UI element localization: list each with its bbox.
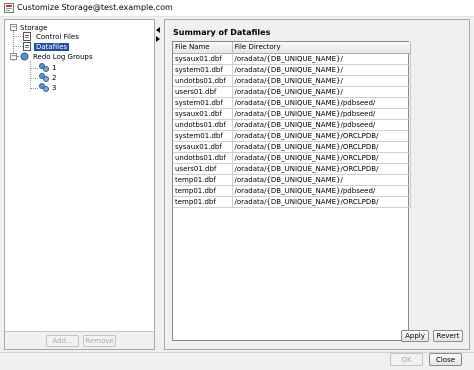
panel-splitter[interactable] (155, 19, 163, 350)
tree-item-control-files-label: Control Files (36, 33, 79, 41)
file-directory-cell[interactable]: /oradata/{DB_UNIQUE_NAME}/ (232, 86, 411, 98)
file-directory-cell[interactable]: /oradata/{DB_UNIQUE_NAME}/ORCLPDB/ (232, 141, 411, 153)
table-row[interactable]: sysaux01.dbf/oradata/{DB_UNIQUE_NAME}/ (173, 53, 411, 65)
table-row[interactable]: undotbs01.dbf/oradata/{DB_UNIQUE_NAME}/ (173, 75, 411, 87)
tree-item-redo-group-1-label: 1 (52, 64, 57, 72)
table-row[interactable]: system01.dbf/oradata/{DB_UNIQUE_NAME}/pd… (173, 97, 411, 109)
tree-item-datafiles-label: Datafiles (34, 43, 70, 51)
file-name-cell[interactable]: system01.dbf (173, 97, 233, 109)
file-directory-cell[interactable]: /oradata/{DB_UNIQUE_NAME}/ (232, 53, 411, 65)
table-row[interactable]: users01.dbf/oradata/{DB_UNIQUE_NAME}/ORC… (173, 163, 411, 175)
file-directory-cell[interactable]: /oradata/{DB_UNIQUE_NAME}/ (232, 174, 411, 186)
table-row[interactable]: temp01.dbf/oradata/{DB_UNIQUE_NAME}/pdbs… (173, 185, 411, 197)
file-directory-cell[interactable]: /oradata/{DB_UNIQUE_NAME}/ORCLPDB/ (232, 163, 411, 175)
tree-item-redo-group-1[interactable]: 1 (50, 63, 58, 73)
tree-item-control-files[interactable]: Control Files (34, 32, 81, 42)
file-name-cell[interactable]: users01.dbf (173, 163, 233, 175)
table-row[interactable]: sysaux01.dbf/oradata/{DB_UNIQUE_NAME}/OR… (173, 141, 411, 153)
storage-tree: − Storage Control Files Datafiles − Redo (5, 20, 154, 332)
file-name-cell[interactable]: undotbs01.dbf (173, 75, 233, 87)
storage-collapse-toggle[interactable]: − (10, 24, 17, 31)
file-name-cell[interactable]: temp01.dbf (173, 174, 233, 186)
redo-log-icon (39, 83, 49, 92)
table-row[interactable]: undotbs01.dbf/oradata/{DB_UNIQUE_NAME}/O… (173, 152, 411, 164)
file-directory-cell[interactable]: /oradata/{DB_UNIQUE_NAME}/pdbseed/ (232, 97, 411, 109)
file-directory-cell[interactable]: /oradata/{DB_UNIQUE_NAME}/pdbseed/ (232, 185, 411, 197)
file-name-cell[interactable]: sysaux01.dbf (173, 108, 233, 120)
column-header-file-name[interactable]: File Name (173, 42, 233, 54)
apply-button[interactable]: Apply (401, 330, 429, 342)
datafiles-summary-panel: Summary of Datafiles File Name File Dire… (164, 19, 470, 350)
tree-item-datafiles[interactable]: Datafiles (34, 42, 70, 52)
datafiles-table: File Name File Directory sysaux01.dbf/or… (172, 41, 411, 341)
redo-log-icon (39, 63, 49, 72)
collapse-left-arrow-icon[interactable] (156, 27, 160, 33)
tree-item-redo-group-3-label: 3 (52, 84, 57, 92)
tree-item-redo-group-2[interactable]: 2 (50, 73, 58, 83)
remove-button[interactable]: Remove (83, 335, 116, 347)
column-header-file-directory[interactable]: File Directory (232, 42, 411, 54)
table-row[interactable]: sysaux01.dbf/oradata/{DB_UNIQUE_NAME}/pd… (173, 108, 411, 120)
tree-item-redo-group-2-label: 2 (52, 74, 57, 82)
file-directory-cell[interactable]: /oradata/{DB_UNIQUE_NAME}/ORCLPDB/ (232, 152, 411, 164)
file-name-cell[interactable]: sysaux01.dbf (173, 53, 233, 65)
close-button[interactable]: Close (429, 353, 462, 366)
table-header-row: File Name File Directory (173, 42, 411, 54)
ok-button[interactable]: OK (390, 353, 423, 366)
file-name-cell[interactable]: system01.dbf (173, 64, 233, 76)
tree-item-storage-label: Storage (20, 24, 48, 32)
table-row[interactable]: system01.dbf/oradata/{DB_UNIQUE_NAME}/OR… (173, 130, 411, 142)
table-row[interactable]: undotbs01.dbf/oradata/{DB_UNIQUE_NAME}/p… (173, 119, 411, 131)
file-name-cell[interactable]: users01.dbf (173, 86, 233, 98)
file-name-cell[interactable]: undotbs01.dbf (173, 119, 233, 131)
file-directory-cell[interactable]: /oradata/{DB_UNIQUE_NAME}/ (232, 64, 411, 76)
file-directory-cell[interactable]: /oradata/{DB_UNIQUE_NAME}/ (232, 75, 411, 87)
title-bar: Customize Storage@test.example.com (0, 0, 474, 17)
redo-log-group-icon (20, 52, 29, 61)
table-row[interactable]: users01.dbf/oradata/{DB_UNIQUE_NAME}/ (173, 86, 411, 98)
file-directory-cell[interactable]: /oradata/{DB_UNIQUE_NAME}/ORCLPDB/ (232, 130, 411, 142)
file-name-cell[interactable]: sysaux01.dbf (173, 141, 233, 153)
file-directory-cell[interactable]: /oradata/{DB_UNIQUE_NAME}/ORCLPDB/ (232, 196, 411, 208)
tree-item-redo-log-groups-label: Redo Log Groups (33, 53, 93, 61)
summary-title: Summary of Datafiles (173, 28, 271, 37)
table-row[interactable]: system01.dbf/oradata/{DB_UNIQUE_NAME}/ (173, 64, 411, 76)
collapse-right-arrow-icon[interactable] (156, 36, 160, 42)
control-file-icon (23, 32, 31, 41)
redo-log-groups-collapse-toggle[interactable]: − (10, 53, 17, 60)
file-directory-cell[interactable]: /oradata/{DB_UNIQUE_NAME}/pdbseed/ (232, 108, 411, 120)
file-name-cell[interactable]: temp01.dbf (173, 196, 233, 208)
file-name-cell[interactable]: temp01.dbf (173, 185, 233, 197)
redo-log-icon (39, 73, 49, 82)
revert-button[interactable]: Revert (433, 330, 463, 342)
app-icon (4, 3, 14, 13)
storage-navigator: − Storage Control Files Datafiles − Redo (4, 19, 155, 350)
window-title: Customize Storage@test.example.com (17, 3, 173, 12)
table-row[interactable]: temp01.dbf/oradata/{DB_UNIQUE_NAME}/ORCL… (173, 196, 411, 208)
file-directory-cell[interactable]: /oradata/{DB_UNIQUE_NAME}/pdbseed/ (232, 119, 411, 131)
file-name-cell[interactable]: system01.dbf (173, 130, 233, 142)
datafile-icon (23, 42, 31, 51)
file-name-cell[interactable]: undotbs01.dbf (173, 152, 233, 164)
table-row[interactable]: temp01.dbf/oradata/{DB_UNIQUE_NAME}/ (173, 174, 411, 186)
add-button[interactable]: Add... (46, 335, 79, 347)
tree-item-redo-log-groups[interactable]: Redo Log Groups (31, 52, 95, 62)
tree-item-redo-group-3[interactable]: 3 (50, 83, 58, 93)
